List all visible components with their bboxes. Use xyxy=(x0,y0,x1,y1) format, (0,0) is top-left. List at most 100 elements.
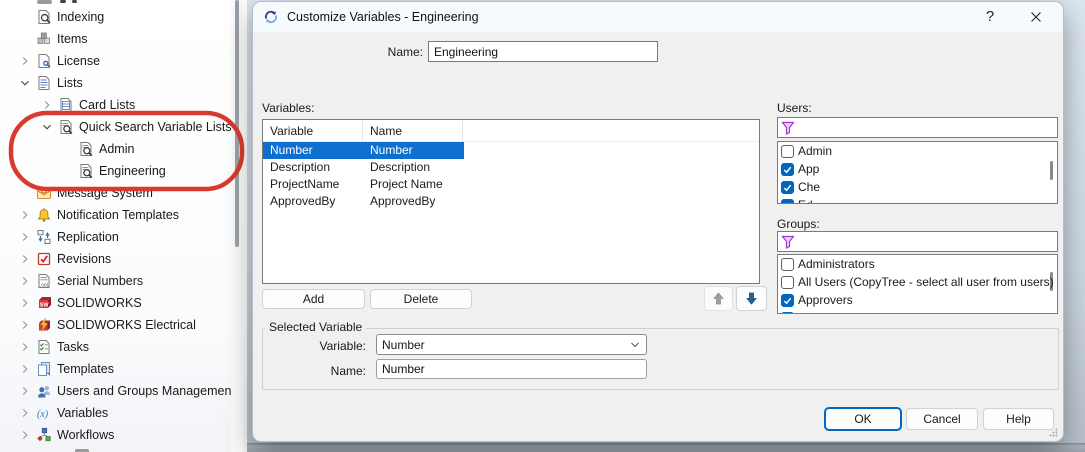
sidebar-item-variables[interactable]: (x)Variables xyxy=(0,402,232,424)
sidebar-item-license[interactable]: License xyxy=(0,50,232,72)
chevron-collapsed-icon[interactable] xyxy=(15,317,35,333)
sidebar-item-label: Replication xyxy=(57,230,119,244)
chevron-collapsed-icon[interactable] xyxy=(15,339,35,355)
chevron-collapsed-icon[interactable] xyxy=(15,295,35,311)
checkbox-unchecked-icon[interactable] xyxy=(781,258,794,271)
checkbox-unchecked-icon[interactable] xyxy=(781,276,794,289)
chevron-collapsed-icon[interactable] xyxy=(37,97,57,113)
dialog-titlebar[interactable]: Customize Variables - Engineering ? xyxy=(253,2,1063,32)
sidebar-item-engineering[interactable]: Engineering xyxy=(0,160,232,182)
column-header-name[interactable]: Name xyxy=(363,120,463,142)
sidebar-item-label: Tasks xyxy=(57,340,89,354)
chevron-collapsed-icon[interactable] xyxy=(15,405,35,421)
chevron-collapsed-icon[interactable] xyxy=(15,251,35,267)
list-item-approvers[interactable]: Approvers xyxy=(778,291,1057,309)
table-row-projectname[interactable]: ProjectNameProject Name xyxy=(263,176,464,193)
cell-variable: ProjectName xyxy=(270,176,339,193)
checkbox-checked-icon[interactable] xyxy=(781,312,794,315)
list-item-label: Che xyxy=(798,180,820,194)
sidebar-item-solidworks[interactable]: SWSOLIDWORKS xyxy=(0,292,232,314)
chevron-down-icon xyxy=(629,339,641,351)
help-titlebar-button[interactable]: ? xyxy=(971,3,1009,30)
chevron-collapsed-icon[interactable] xyxy=(15,207,35,223)
sidebar-item-label: Indexing xyxy=(57,10,104,24)
list-item-ed[interactable]: Ed xyxy=(778,196,1057,204)
checkbox-checked-icon[interactable] xyxy=(781,294,794,307)
cancel-button[interactable]: Cancel xyxy=(906,408,978,430)
checkbox-unchecked-icon[interactable] xyxy=(781,145,794,158)
selected-variable-combobox[interactable]: Number xyxy=(376,334,647,355)
add-button[interactable]: Add xyxy=(262,289,365,309)
list-item-che[interactable]: Che xyxy=(778,178,1057,196)
checkbox-checked-icon[interactable] xyxy=(781,181,794,194)
sidebar-item-label: Variables xyxy=(57,406,108,420)
groups-filter[interactable] xyxy=(777,231,1058,252)
arrow-down-icon xyxy=(745,291,758,306)
list-item-label: Ed xyxy=(798,198,813,204)
sidebar-item-notification-templates[interactable]: Notification Templates xyxy=(0,204,232,226)
name-label: Name: xyxy=(353,45,423,59)
ok-button[interactable]: OK xyxy=(825,408,901,430)
table-row-description[interactable]: DescriptionDescription xyxy=(263,159,464,176)
sidebar-item-users-and-groups-management[interactable]: Users and Groups Management xyxy=(0,380,232,402)
sidebar-item-items[interactable]: Items xyxy=(0,28,232,50)
chevron-collapsed-icon[interactable] xyxy=(15,361,35,377)
close-button[interactable] xyxy=(1017,3,1055,30)
sidebar-item-admin[interactable]: Admin xyxy=(0,138,232,160)
move-up-button[interactable] xyxy=(704,286,733,311)
sidebar-item-message-system[interactable]: Message System xyxy=(0,182,232,204)
sidebar-item-card-lists[interactable]: Card Lists xyxy=(0,94,232,116)
chevron-collapsed-icon[interactable] xyxy=(15,273,35,289)
selected-name-input[interactable] xyxy=(376,359,647,379)
sidebar-scrollbar-thumb[interactable] xyxy=(235,0,239,247)
sidebar-item-label: Message System xyxy=(57,186,153,200)
checkbox-checked-icon[interactable] xyxy=(781,199,794,205)
sidebar-item-tasks[interactable]: Tasks xyxy=(0,336,232,358)
chevron-collapsed-icon[interactable] xyxy=(15,383,35,399)
sidebar-item-templates[interactable]: Templates xyxy=(0,358,232,380)
sidebar-item-lists[interactable]: Lists xyxy=(0,72,232,94)
name-input[interactable] xyxy=(428,41,658,62)
column-header-variable[interactable]: Variable xyxy=(263,120,363,142)
cell-variable: Number xyxy=(270,142,313,159)
table-row-approvedby[interactable]: ApprovedByApprovedBy xyxy=(263,193,464,210)
users-filter[interactable] xyxy=(777,117,1058,138)
sidebar-item-indexing[interactable]: Indexing xyxy=(0,6,232,28)
checkbox-checked-icon[interactable] xyxy=(781,163,794,176)
list-item-app[interactable]: App xyxy=(778,160,1057,178)
replication-icon xyxy=(35,229,52,245)
users-filter-input[interactable] xyxy=(795,119,1057,136)
resize-grip[interactable] xyxy=(1049,428,1058,437)
list-item-administrators[interactable]: Administrators xyxy=(778,255,1057,273)
chevron-collapsed-icon[interactable] xyxy=(15,53,35,69)
sidebar-item-solidworks-electrical[interactable]: SOLIDWORKS Electrical xyxy=(0,314,232,336)
list-item-admin[interactable]: Admin xyxy=(778,142,1057,160)
chevron-collapsed-icon[interactable] xyxy=(15,427,35,443)
sidebar-item-label: Notification Templates xyxy=(57,208,179,222)
move-down-button[interactable] xyxy=(736,286,767,311)
groups-filter-input[interactable] xyxy=(795,233,1057,250)
customize-variables-dialog: Customize Variables - Engineering ? Name… xyxy=(253,2,1063,441)
list-item-all-users-copytree-select-all-user-from-users[interactable]: All Users (CopyTree - select all user fr… xyxy=(778,273,1057,291)
help-button[interactable]: Help xyxy=(983,408,1054,430)
tree-item-partial-top-text2 xyxy=(72,0,77,3)
users-list[interactable]: AdminApp Che Ed xyxy=(777,141,1058,204)
chevron-collapsed-icon[interactable] xyxy=(15,229,35,245)
delete-button[interactable]: Delete xyxy=(370,289,472,309)
solidworks-electrical-icon xyxy=(35,317,52,333)
list-item-checkers[interactable]: Checkers xyxy=(778,309,1057,314)
sidebar-item-workflows[interactable]: Workflows xyxy=(0,424,232,446)
sidebar-item-serial-numbers[interactable]: .001Serial Numbers xyxy=(0,270,232,292)
workflows-icon xyxy=(35,427,52,443)
chevron-expanded-icon[interactable] xyxy=(15,75,35,91)
chevron-expanded-icon[interactable] xyxy=(37,119,57,135)
sidebar-item-quick-search-variable-lists[interactable]: Quick Search Variable Lists xyxy=(0,116,232,138)
sidebar-item-replication[interactable]: Replication xyxy=(0,226,232,248)
groups-list[interactable]: AdministratorsAll Users (CopyTree - sele… xyxy=(777,254,1058,314)
sidebar-item-label: Revisions xyxy=(57,252,111,266)
table-row-number[interactable]: NumberNumber xyxy=(263,142,464,159)
sidebar-item-revisions[interactable]: Revisions xyxy=(0,248,232,270)
variables-table[interactable]: VariableNameNumberNumberDescriptionDescr… xyxy=(262,119,760,284)
sidebar-item-label: Card Lists xyxy=(79,98,135,112)
sidebar-scrollbar[interactable] xyxy=(231,0,243,452)
